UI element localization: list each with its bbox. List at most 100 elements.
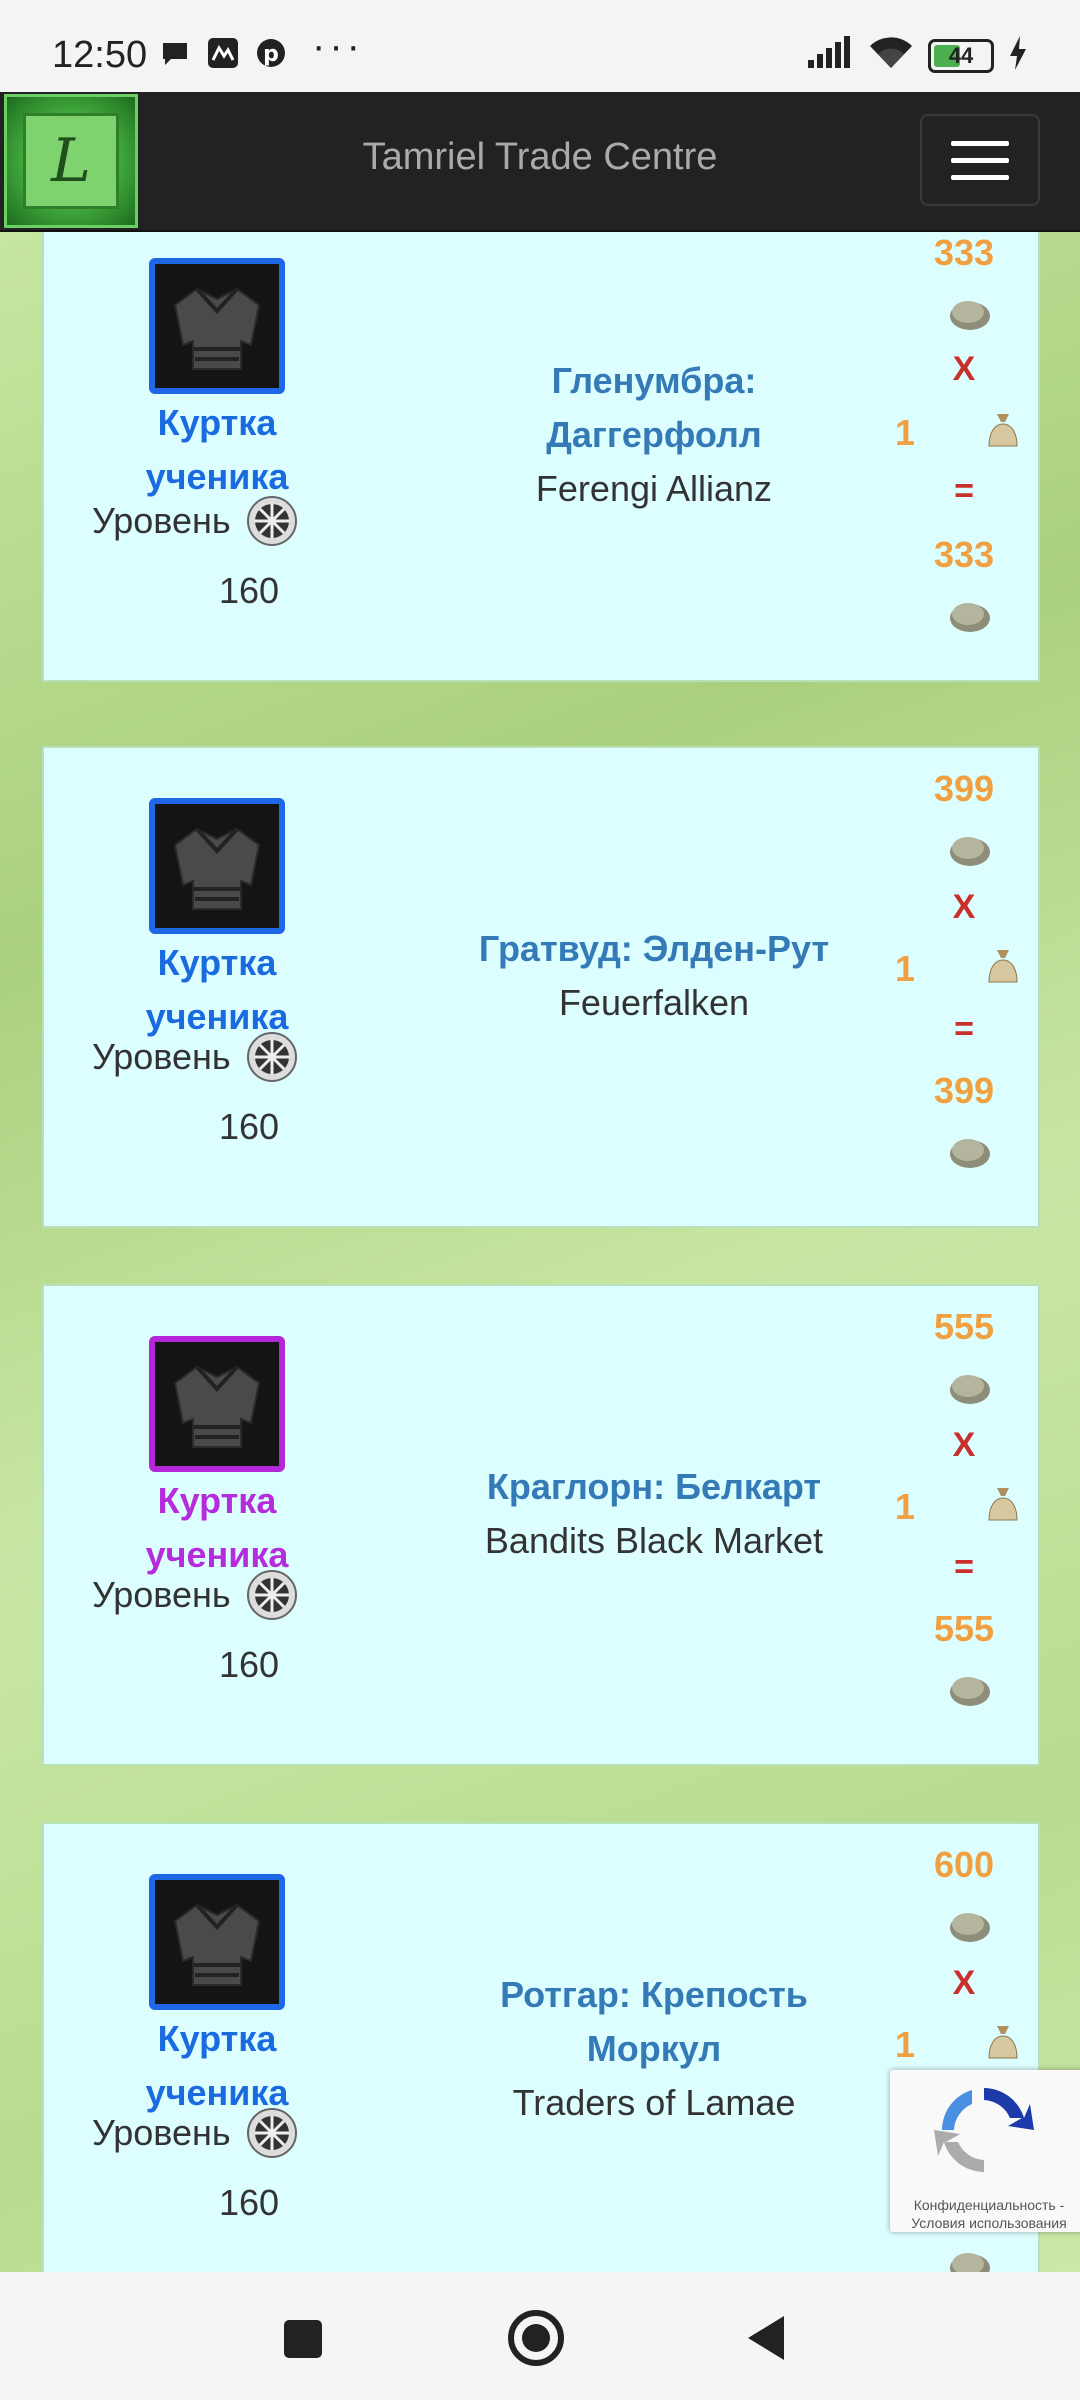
location-column: Ротгар: Крепость Моркул Traders of Lamae — [414, 1968, 894, 2130]
zone-line2: Даггерфолл — [546, 414, 762, 455]
multiply-sign: X — [952, 1964, 976, 2002]
item-name-line1: Куртка — [157, 402, 277, 443]
level-value: 160 — [218, 570, 280, 611]
multiply-sign: X — [952, 350, 976, 388]
price-column: 333 X 1 = 333 — [889, 232, 1039, 684]
gold-coin-icon — [950, 1677, 990, 1706]
champion-points-icon — [245, 494, 299, 548]
item-name-line1: Куртка — [157, 2018, 277, 2059]
menu-bar — [951, 174, 1009, 180]
listing-card: Куртка ученика Уровень 160 Гленумбра: Дагг… — [42, 232, 1040, 682]
recaptcha-icon — [934, 2088, 1034, 2172]
chat-bubble-icon — [158, 36, 192, 70]
level-row: Уровень — [92, 1030, 332, 1084]
item-name[interactable]: Куртка ученика — [134, 1474, 300, 1582]
location-column: Гленумбра: Даггерфолл Ferengi Allianz — [414, 354, 894, 516]
menu-bar — [951, 140, 1009, 146]
charging-icon — [1008, 36, 1028, 75]
zone-name[interactable]: Гратвуд: Элден-Рут — [414, 922, 894, 976]
battery-level: 44 — [948, 42, 974, 68]
quantity: 1 — [895, 948, 916, 989]
menu-bar — [951, 157, 1009, 163]
guild-name: Feuerfalken — [558, 982, 750, 1023]
recent-apps-button[interactable] — [284, 2320, 322, 2358]
status-system-icons: 44 — [806, 36, 1028, 75]
system-nav-bar — [0, 2272, 1080, 2400]
hamburger-menu-button[interactable] — [920, 114, 1040, 206]
equals-sign: = — [954, 1548, 974, 1586]
zone-name[interactable]: Гленумбра: Даггерфолл — [414, 354, 894, 462]
total-price: 399 — [933, 1070, 995, 1111]
zone-line2: Моркул — [586, 2028, 722, 2069]
level-label: Уровень — [92, 1574, 231, 1615]
total-price: 333 — [933, 534, 995, 575]
unit-price: 333 — [933, 232, 995, 273]
equals-sign: = — [954, 472, 974, 510]
listing-card: Куртка ученика Уровень 160 Краглорн: Белк… — [42, 1284, 1040, 1766]
total-price: 555 — [933, 1608, 995, 1649]
recaptcha-terms-link[interactable]: Условия использования — [911, 2215, 1066, 2231]
quantity: 1 — [895, 1486, 916, 1527]
champion-points-icon — [245, 1568, 299, 1622]
guild-name: Traders of Lamae — [512, 2082, 796, 2123]
jacket-icon[interactable] — [149, 1874, 285, 2010]
champion-points-icon — [245, 1030, 299, 1084]
item-column: Куртка ученика — [134, 258, 300, 504]
equals-sign: = — [954, 1010, 974, 1048]
zone-name[interactable]: Ротгар: Крепость Моркул — [414, 1968, 894, 2076]
jacket-icon[interactable] — [149, 258, 285, 394]
multiply-sign: X — [952, 1426, 976, 1464]
price-column: 555 X 1 = 555 — [889, 1286, 1039, 1768]
jacket-icon[interactable] — [149, 1336, 285, 1472]
location-column: Гратвуд: Элден-Рут Feuerfalken — [414, 922, 894, 1030]
recaptcha-badge[interactable]: Конфиденциальность - Условия использовани… — [890, 2070, 1080, 2232]
champion-points-icon — [245, 2106, 299, 2160]
level-value: 160 — [218, 1106, 280, 1147]
gold-coin-icon — [950, 1375, 990, 1404]
battery-icon: 44 — [928, 38, 994, 73]
money-bag-icon — [988, 1488, 1018, 1521]
level-label: Уровень — [92, 500, 231, 541]
quantity: 1 — [895, 412, 916, 453]
gold-coin-icon — [950, 301, 990, 330]
more-notifications-icon: ··· — [312, 24, 364, 68]
site-title[interactable]: Tamriel Trade Centre — [0, 136, 1080, 179]
location-column: Краглорн: Белкарт Bandits Black Market — [414, 1460, 894, 1568]
recaptcha-privacy-link[interactable]: Конфиденциальность - — [914, 2197, 1065, 2213]
site-header: L Tamriel Trade Centre — [0, 92, 1080, 232]
gold-coin-icon — [950, 603, 990, 632]
status-time: 12:50 — [52, 34, 148, 76]
jacket-icon[interactable] — [149, 798, 285, 934]
money-bag-icon — [988, 2026, 1018, 2059]
item-name[interactable]: Куртка ученика — [134, 2012, 300, 2120]
level-row: Уровень — [92, 2106, 332, 2160]
gold-coin-icon — [950, 1139, 990, 1168]
guild-name: Bandits Black Market — [484, 1520, 824, 1561]
back-button[interactable] — [748, 2316, 784, 2360]
zone-name[interactable]: Краглорн: Белкарт — [414, 1460, 894, 1514]
wifi-icon — [868, 36, 914, 75]
item-name[interactable]: Куртка ученика — [134, 396, 300, 504]
listings-container: Куртка ученика Уровень 160 Гленумбра: Дагг… — [0, 232, 1080, 2272]
level-label: Уровень — [92, 2112, 231, 2153]
listing-card: Куртка ученика Уровень 160 Гратвуд: Элден… — [42, 746, 1040, 1228]
zone-line1: Ротгар: Крепость — [500, 1974, 808, 2015]
item-name-line1: Куртка — [157, 1480, 277, 1521]
item-name-line2: ученика — [145, 456, 289, 497]
item-name-line1: Куртка — [157, 942, 277, 983]
status-notification-icons: p — [158, 36, 288, 70]
level-value: 160 — [218, 2182, 280, 2223]
level-label: Уровень — [92, 1036, 231, 1077]
item-name[interactable]: Куртка ученика — [134, 936, 300, 1044]
recaptcha-text[interactable]: Конфиденциальность - Условия использовани… — [894, 2196, 1080, 2232]
money-bag-icon — [988, 414, 1018, 447]
app-notification-icon — [206, 36, 240, 70]
home-button[interactable] — [508, 2310, 564, 2366]
gold-coin-icon — [950, 837, 990, 866]
money-bag-icon — [988, 950, 1018, 983]
gold-coin-icon — [950, 2253, 990, 2272]
gold-coin-icon — [950, 1913, 990, 1942]
status-bar: 12:50 p ··· 44 — [0, 0, 1080, 92]
pinterest-icon: p — [254, 36, 288, 70]
item-column: Куртка ученика — [134, 798, 300, 1044]
